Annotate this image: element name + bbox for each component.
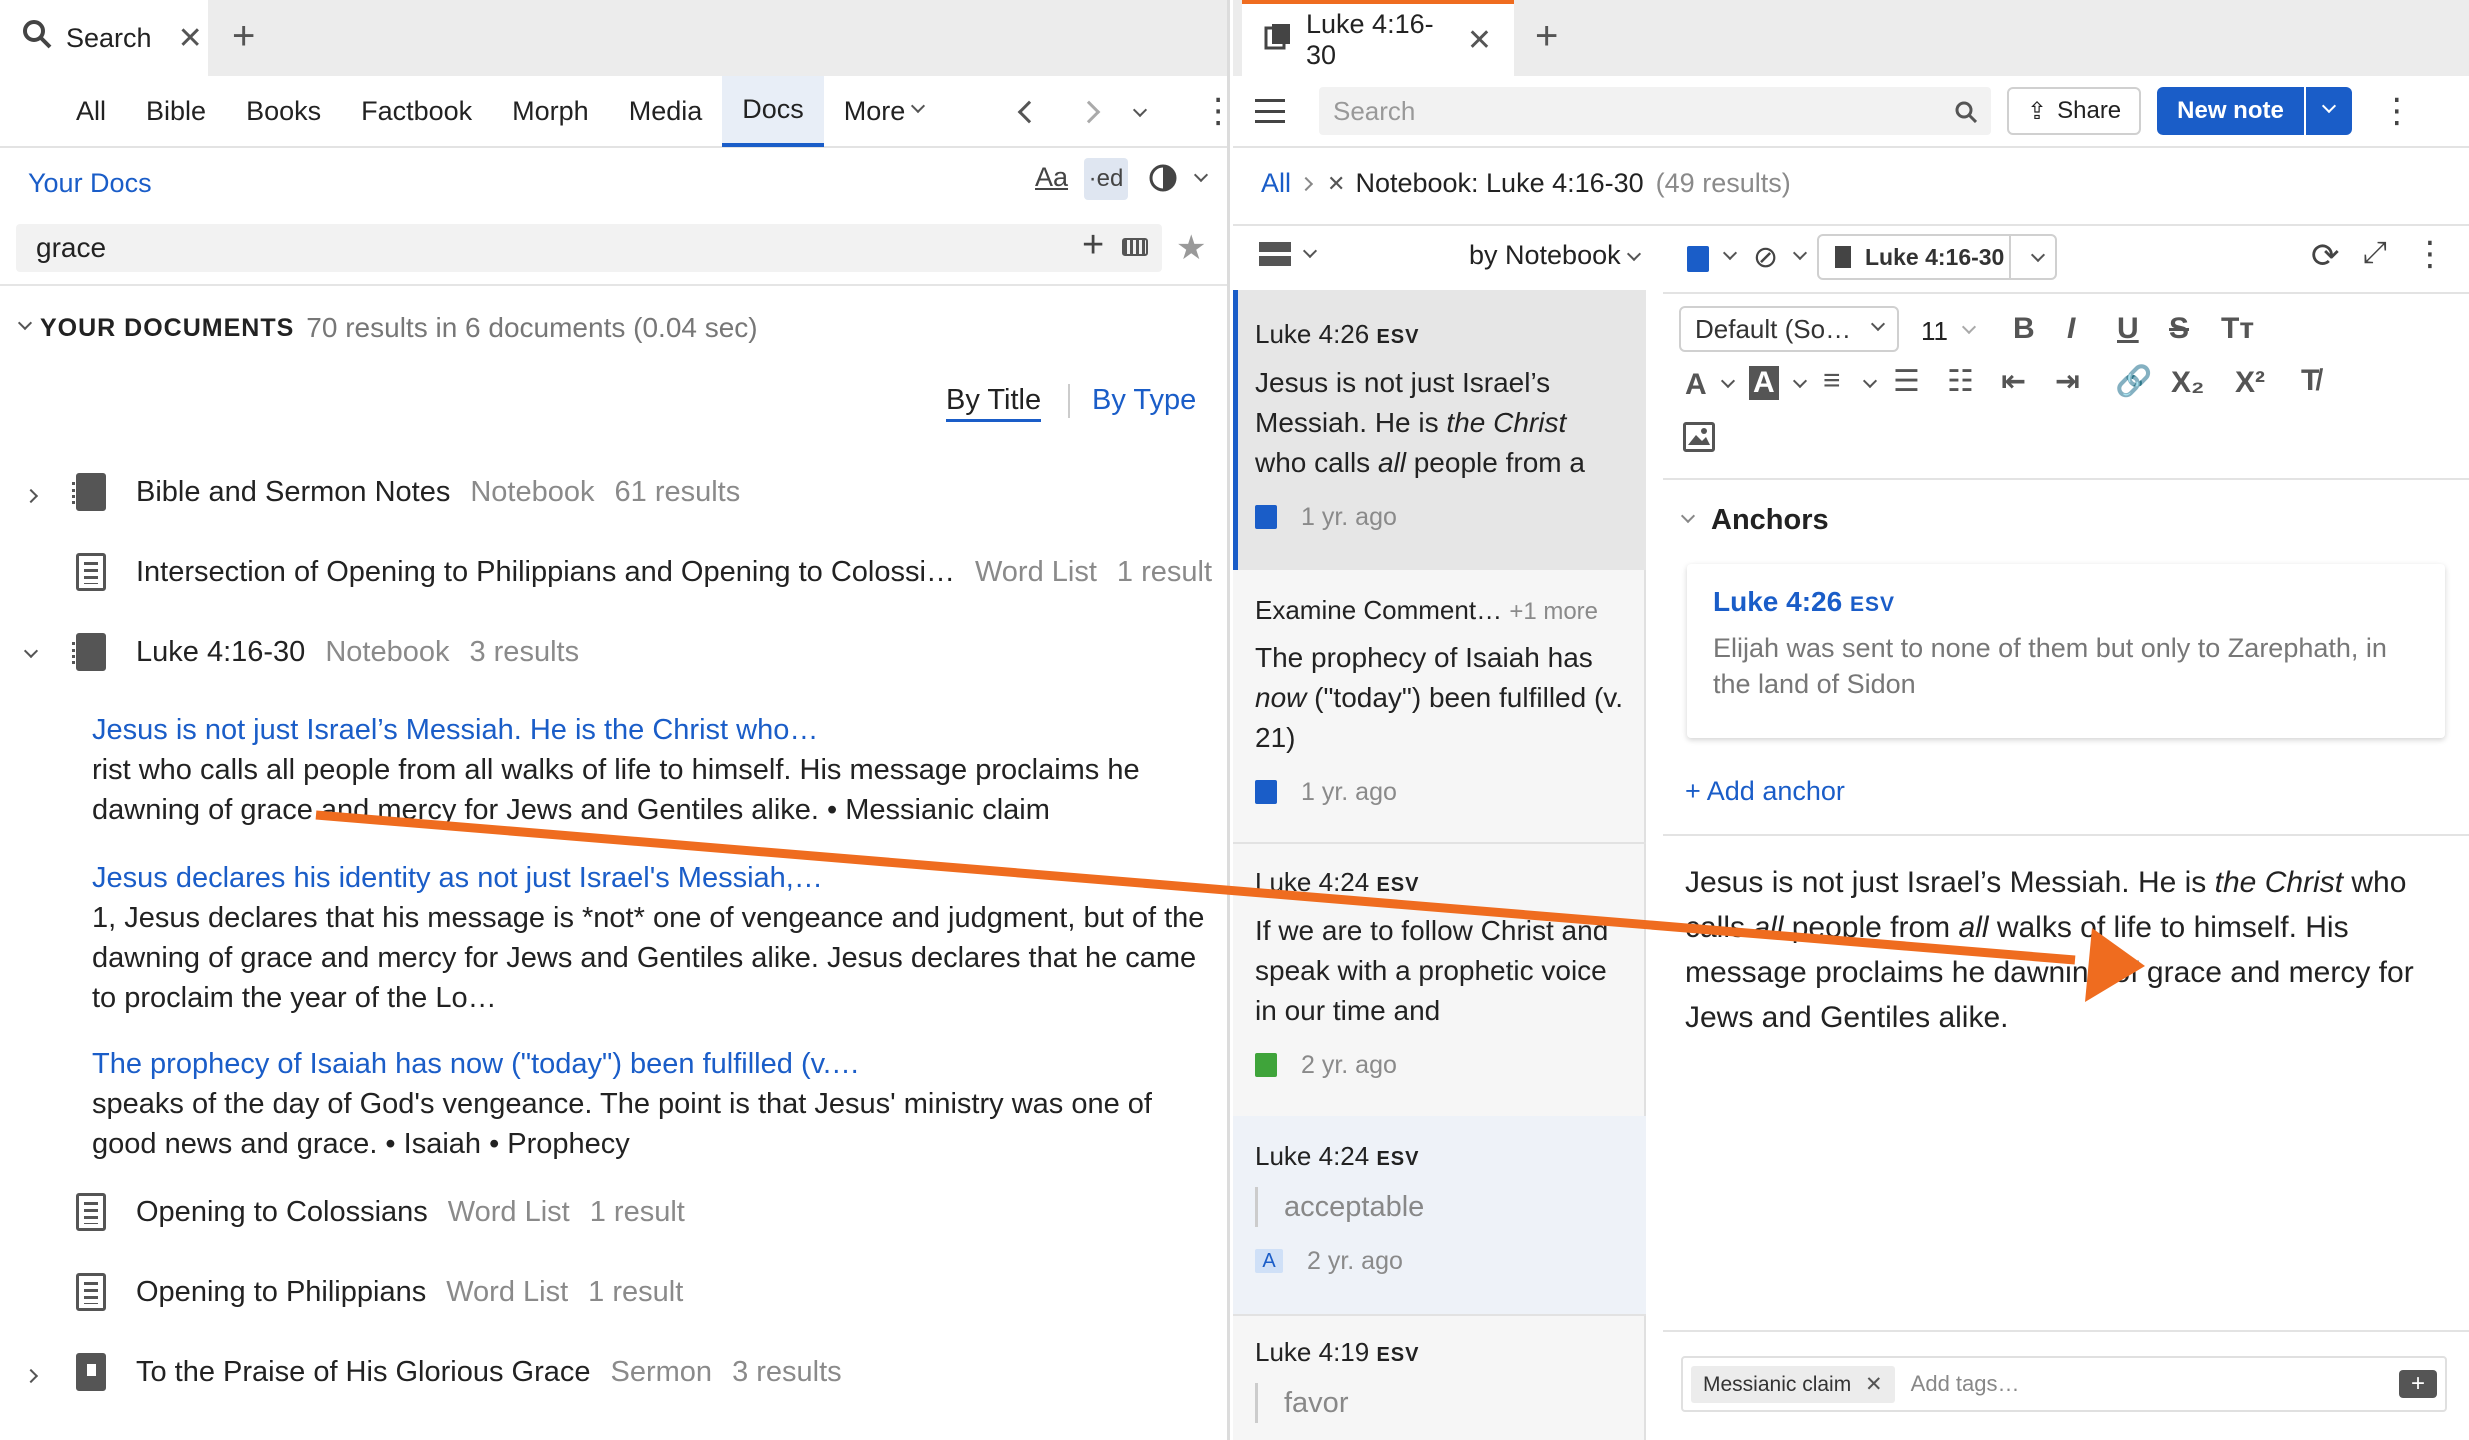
annotation-arrow [315, 810, 2145, 1002]
